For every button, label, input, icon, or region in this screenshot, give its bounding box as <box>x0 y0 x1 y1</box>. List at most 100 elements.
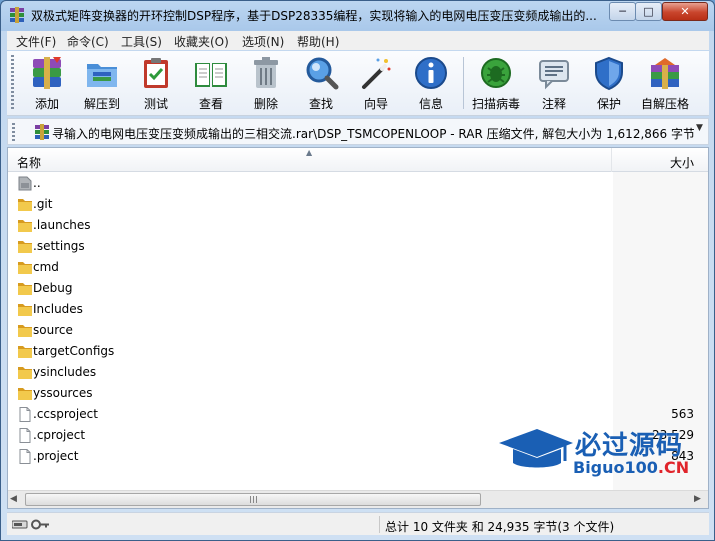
watermark-title: 必过源码 <box>575 431 684 461</box>
file-row[interactable]: yssources <box>8 383 708 404</box>
sfx-button[interactable]: 自解压格 <box>640 55 690 113</box>
horizontal-scrollbar[interactable]: ◀ ▶ <box>8 490 708 508</box>
parent-folder-icon <box>18 176 32 191</box>
address-path[interactable]: 寻输入的电网电压变压变频成输出的三相交流.rar\DSP_TSMCOPENLOO… <box>52 125 694 142</box>
virus-scan-button[interactable]: 扫描病毒 <box>471 55 521 113</box>
file-name: .settings <box>33 239 85 253</box>
close-button[interactable]: ✕ <box>662 2 708 21</box>
file-name: .. <box>33 176 41 190</box>
protect-button[interactable]: 保护 <box>584 55 634 113</box>
file-name: source <box>33 323 73 337</box>
status-bar: 总计 10 文件夹 和 24,935 字节(3 个文件) <box>7 512 709 535</box>
comment-button[interactable]: 注释 <box>529 55 579 113</box>
folder-icon <box>18 220 32 232</box>
file-row[interactable]: source <box>8 320 708 341</box>
file-name: Includes <box>33 302 83 316</box>
winrar-app-icon <box>10 7 24 23</box>
file-row[interactable]: ysincludes <box>8 362 708 383</box>
view-book-icon <box>195 63 227 87</box>
file-row[interactable]: .settings <box>8 236 708 257</box>
extract-to-button[interactable]: 解压到 <box>77 55 127 113</box>
add-button[interactable]: 添加 <box>22 55 72 113</box>
column-header: 名称 ▲ 大小 <box>8 148 708 172</box>
find-button[interactable]: 查找 <box>296 55 346 113</box>
watermark-site-name: Biguo100 <box>573 458 658 477</box>
scroll-left-icon[interactable]: ◀ <box>10 494 17 504</box>
watermark-tld: .CN <box>657 458 690 477</box>
file-name: targetConfigs <box>33 344 115 358</box>
file-name: ysincludes <box>33 365 97 379</box>
file-icon <box>19 407 31 422</box>
file-name: .git <box>33 197 53 211</box>
menu-help[interactable]: 帮助(H) <box>297 33 339 50</box>
address-grip[interactable] <box>12 123 15 141</box>
file-row[interactable]: .git <box>8 194 708 215</box>
add-label: 添加 <box>34 97 59 111</box>
test-button[interactable]: 测试 <box>131 55 181 113</box>
menu-favorites[interactable]: 收藏夹(O) <box>174 33 229 50</box>
menu-file[interactable]: 文件(F) <box>16 33 56 50</box>
file-name: cmd <box>33 260 59 274</box>
minimize-button[interactable]: ─ <box>609 2 636 21</box>
file-row[interactable]: .. <box>8 173 708 194</box>
find-magnifier-icon <box>306 57 339 90</box>
status-summary: 总计 10 文件夹 和 24,935 字节(3 个文件) <box>385 520 615 534</box>
view-button[interactable]: 查看 <box>186 55 236 113</box>
address-bar: 寻输入的电网电压变压变频成输出的三相交流.rar\DSP_TSMCOPENLOO… <box>7 118 709 145</box>
file-row[interactable]: targetConfigs <box>8 341 708 362</box>
delete-trash-icon <box>254 57 278 88</box>
file-name: .project <box>33 449 79 463</box>
wizard-button[interactable]: 向导 <box>351 55 401 113</box>
file-name: .cproject <box>33 428 86 442</box>
folder-icon <box>18 199 32 211</box>
folder-icon <box>18 346 32 358</box>
column-size-header[interactable]: 大小 <box>613 148 708 172</box>
title-bar: 双极式矩阵变换器的开环控制DSP程序，基于DSP28335编程，实现将输入的电网… <box>1 1 714 29</box>
test-clipboard-icon <box>144 58 168 88</box>
view-label: 查看 <box>198 97 223 111</box>
file-name: Debug <box>33 281 73 295</box>
file-name: .ccsproject <box>33 407 98 421</box>
winrar-window: 双极式矩阵变换器的开环控制DSP程序，基于DSP28335编程，实现将输入的电网… <box>0 0 715 541</box>
test-label: 测试 <box>143 97 168 111</box>
info-button[interactable]: 信息 <box>406 55 456 113</box>
menu-tools[interactable]: 工具(S) <box>121 33 162 50</box>
wizard-label: 向导 <box>363 97 388 111</box>
scroll-thumb[interactable] <box>25 493 481 506</box>
folder-icon <box>18 283 32 295</box>
toolbar-grip[interactable] <box>11 55 14 111</box>
find-label: 查找 <box>308 97 333 111</box>
address-dropdown-icon[interactable]: ▼ <box>696 123 703 133</box>
file-row[interactable]: cmd <box>8 257 708 278</box>
virus-scan-label: 扫描病毒 <box>471 97 520 111</box>
folder-icon <box>18 241 32 253</box>
delete-label: 删除 <box>253 97 278 111</box>
folder-icon <box>18 388 32 400</box>
menu-options[interactable]: 选项(N) <box>242 33 284 50</box>
delete-button[interactable]: 删除 <box>241 55 291 113</box>
wizard-wand-icon <box>362 58 391 89</box>
protect-shield-icon <box>595 56 623 91</box>
menu-commands[interactable]: 命令(C) <box>67 33 109 50</box>
folder-icon <box>18 304 32 316</box>
maximize-button[interactable]: □ <box>635 2 662 21</box>
file-name: yssources <box>33 386 93 400</box>
file-icon <box>19 428 31 443</box>
status-separator <box>379 516 380 533</box>
extract-to-folder-icon <box>87 64 117 87</box>
sfx-label: 自解压格 <box>640 97 689 111</box>
file-row[interactable]: .ccsproject 563 <box>8 404 708 425</box>
file-name: .launches <box>33 218 91 232</box>
folder-icon <box>18 262 32 274</box>
info-icon <box>415 57 447 89</box>
comment-icon <box>539 60 569 90</box>
file-row[interactable]: Includes <box>8 299 708 320</box>
sort-arrow-icon: ▲ <box>306 148 313 157</box>
window-title: 双极式矩阵变换器的开环控制DSP程序，基于DSP28335编程，实现将输入的电网… <box>31 9 597 23</box>
folder-icon <box>18 367 32 379</box>
file-row[interactable]: .launches <box>8 215 708 236</box>
scroll-grip <box>250 496 258 503</box>
file-row[interactable]: Debug <box>8 278 708 299</box>
virus-scan-icon <box>481 58 511 88</box>
scroll-right-icon[interactable]: ▶ <box>694 494 701 504</box>
